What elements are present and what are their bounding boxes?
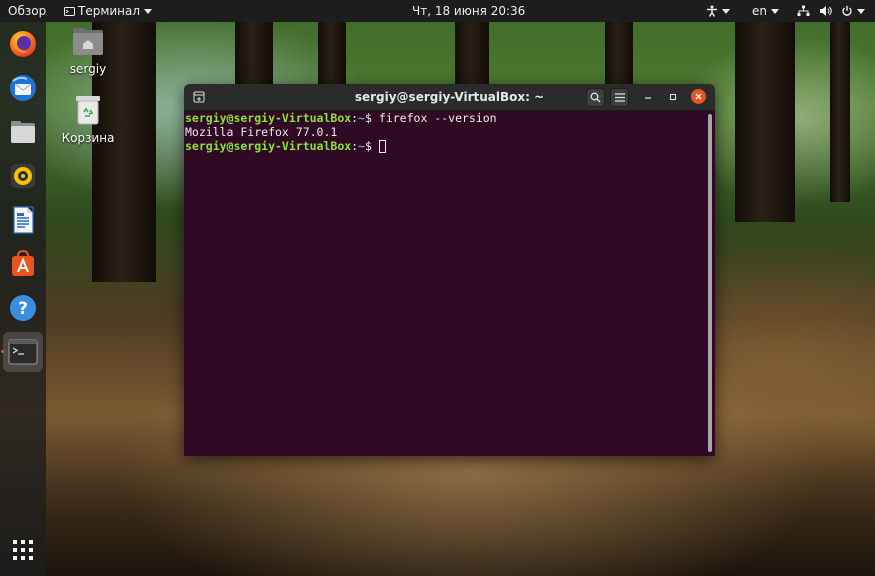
search-icon (590, 92, 601, 103)
maximize-icon (669, 93, 677, 101)
top-bar: Обзор Терминал Чт, 18 июня 20:36 en (0, 0, 875, 22)
app-menu-label: Терминал (78, 4, 141, 18)
desktop-icon-trash[interactable]: Корзина (53, 95, 123, 145)
language-label: en (752, 4, 767, 18)
menu-button[interactable] (610, 88, 629, 107)
minimize-icon (645, 97, 651, 99)
tree-trunk (735, 22, 795, 222)
files-icon (11, 121, 35, 143)
writer-icon (13, 206, 34, 234)
desktop-icon-home[interactable]: sergiy (53, 26, 123, 76)
dock-thunderbird[interactable] (3, 68, 43, 108)
chevron-down-icon (722, 9, 730, 14)
terminal-output[interactable]: sergiy@sergiy-VirtualBox:~$ firefox --ve… (185, 111, 705, 456)
accessibility-menu[interactable] (706, 0, 730, 22)
tree-trunk (455, 22, 489, 92)
tree-trunk (605, 22, 633, 92)
dock-firefox[interactable] (3, 24, 43, 64)
svg-text:?: ? (18, 299, 28, 319)
prompt-path: ~ (358, 111, 366, 125)
prompt-dollar: $ (365, 139, 379, 153)
volume-icon (819, 6, 832, 16)
terminal-icon (8, 339, 38, 365)
chevron-down-icon (856, 9, 865, 14)
accessibility-icon (707, 5, 717, 17)
dock-software[interactable] (3, 244, 43, 284)
activities-button[interactable]: Обзор (8, 0, 46, 22)
search-button[interactable] (586, 88, 605, 107)
terminal-small-icon (64, 7, 75, 16)
terminal-scrollbar[interactable] (708, 114, 712, 452)
minimize-button[interactable] (639, 88, 657, 106)
firefox-icon (10, 31, 36, 57)
prompt-path: ~ (358, 139, 366, 153)
terminal-line: sergiy@sergiy-VirtualBox:~$ firefox --ve… (185, 111, 705, 125)
clock[interactable]: Чт, 18 июня 20:36 (412, 0, 525, 22)
prompt-user-host: sergiy@sergiy-VirtualBox (185, 111, 352, 125)
desktop-icon-label: Корзина (61, 131, 115, 145)
dock-help[interactable]: ? (3, 288, 43, 328)
terminal-window[interactable]: sergiy@sergiy-VirtualBox: ~ sergiy@sergi… (184, 84, 715, 456)
window-title: sergiy@sergiy-VirtualBox: ~ (354, 90, 545, 104)
prompt-user-host: sergiy@sergiy-VirtualBox (185, 139, 352, 153)
app-grid-icon (13, 540, 33, 560)
power-icon (841, 5, 852, 16)
help-icon: ? (10, 295, 36, 321)
thunderbird-icon (10, 75, 36, 101)
app-menu-button[interactable]: Терминал (64, 0, 153, 22)
dock-show-applications[interactable] (3, 530, 43, 570)
dock-terminal[interactable] (3, 332, 43, 372)
terminal-line: Mozilla Firefox 77.0.1 (185, 125, 705, 139)
chevron-down-icon (144, 9, 153, 14)
home-folder-icon (73, 28, 103, 55)
output-text: Mozilla Firefox 77.0.1 (185, 125, 338, 139)
hamburger-menu-icon (614, 93, 625, 102)
tree-trunk (830, 22, 850, 202)
command-text: firefox --version (378, 111, 497, 125)
terminal-titlebar[interactable]: sergiy@sergiy-VirtualBox: ~ (184, 84, 715, 111)
desktop-icon-label: sergiy (69, 62, 107, 76)
close-button[interactable] (691, 89, 706, 104)
dock-libreoffice-writer[interactable] (3, 200, 43, 240)
network-icon (797, 5, 810, 16)
running-indicator (1, 350, 4, 353)
tree-trunk (318, 22, 346, 92)
rhythmbox-icon (11, 164, 35, 188)
trash-icon (76, 96, 100, 125)
prompt-dollar: $ (365, 111, 379, 125)
chevron-down-icon (771, 9, 779, 14)
software-center-icon (12, 249, 34, 276)
maximize-button[interactable] (664, 88, 682, 106)
dock-rhythmbox[interactable] (3, 156, 43, 196)
close-icon (695, 93, 702, 100)
terminal-line: sergiy@sergiy-VirtualBox:~$ (185, 139, 705, 153)
system-menu[interactable] (797, 0, 865, 22)
dock-files[interactable] (3, 112, 43, 152)
dock: ? (0, 22, 46, 576)
text-cursor (378, 140, 386, 153)
language-menu[interactable]: en (752, 0, 779, 22)
